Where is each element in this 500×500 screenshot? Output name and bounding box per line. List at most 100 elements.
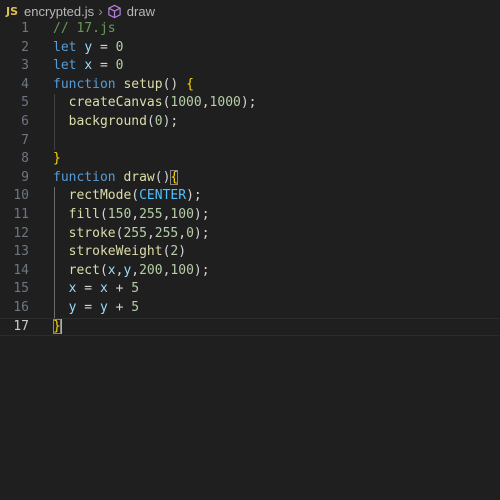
cube-icon xyxy=(108,4,121,18)
code-token: CENTER xyxy=(139,188,187,204)
code-token: rectMode xyxy=(68,188,132,204)
code-token: ); xyxy=(193,225,210,241)
line-number: 6 xyxy=(21,113,29,129)
code-token: fill xyxy=(68,206,100,222)
code-text: stroke(255,255,0); xyxy=(53,225,210,244)
code-token: 0 xyxy=(186,225,194,241)
code-editor[interactable]: 1 // 17.js 2 let y = 0 3 let x = 0 4 function s… xyxy=(0,20,500,337)
breadcrumb: JS encrypted.js › draw xyxy=(0,0,500,22)
line-number: 11 xyxy=(13,206,29,222)
code-text: } xyxy=(53,318,63,336)
code-token: 255 xyxy=(154,225,179,241)
code-line[interactable]: 1 // 17.js xyxy=(0,20,500,39)
line-number: 9 xyxy=(21,169,29,185)
code-token: , xyxy=(131,206,140,222)
code-line[interactable]: 14 rect(x,y,200,100); xyxy=(0,261,500,281)
code-token: strokeWeight xyxy=(68,244,163,260)
javascript-file-icon: JS xyxy=(6,4,19,18)
code-text: function draw(){ xyxy=(53,169,179,188)
code-line[interactable]: 17} xyxy=(0,317,500,337)
line-number: 16 xyxy=(13,299,29,315)
line-number: 14 xyxy=(13,262,29,278)
code-token: () xyxy=(162,76,187,92)
line-number: 1 xyxy=(21,21,29,36)
line-number: 13 xyxy=(13,244,29,260)
code-line[interactable]: 13 strokeWeight(2) xyxy=(0,243,500,262)
code-token: = xyxy=(76,281,100,297)
code-token: // 17.js xyxy=(53,21,116,36)
code-token: ( xyxy=(99,206,108,222)
code-token: 150 xyxy=(107,206,132,222)
code-line[interactable]: 12 stroke(255,255,0); xyxy=(0,224,500,244)
code-line[interactable]: 11 fill(150,255,100); xyxy=(0,205,500,225)
code-token: y xyxy=(99,299,108,315)
code-text: background(0); xyxy=(53,113,179,132)
indent-guide xyxy=(54,131,55,151)
code-text: rectMode(CENTER); xyxy=(53,187,202,206)
code-token: ); xyxy=(193,206,210,222)
code-token: 5 xyxy=(131,281,140,297)
line-number: 10 xyxy=(13,188,29,204)
code-token: y xyxy=(84,39,93,55)
code-line[interactable]: 4 function setup() { xyxy=(0,76,500,95)
code-token: function xyxy=(53,169,116,185)
code-token: , xyxy=(131,262,140,278)
code-token: () xyxy=(154,169,171,185)
code-line[interactable]: 7 xyxy=(0,131,500,151)
code-token: , xyxy=(146,225,155,241)
code-token: ); xyxy=(162,113,179,129)
code-token: background xyxy=(68,113,147,129)
code-line[interactable]: 5 createCanvas(1000,1000); xyxy=(0,94,500,113)
breadcrumb-file[interactable]: encrypted.js xyxy=(24,4,94,19)
code-line[interactable]: 15 x = x + 5 xyxy=(0,280,500,299)
breadcrumb-separator: › xyxy=(98,3,103,19)
code-line[interactable]: 10 rectMode(CENTER); xyxy=(0,187,500,206)
code-token: = xyxy=(92,58,116,74)
code-token: let xyxy=(53,39,77,55)
code-line[interactable]: 2 let y = 0 xyxy=(0,39,500,58)
code-line[interactable]: 8} xyxy=(0,150,500,169)
code-token: { xyxy=(186,76,194,92)
code-line[interactable]: 16 y = y + 5 xyxy=(0,298,500,318)
code-token: { xyxy=(170,169,179,185)
line-number: 8 xyxy=(21,151,29,167)
code-token: x xyxy=(107,262,116,278)
line-number: 3 xyxy=(21,58,29,74)
code-text: strokeWeight(2) xyxy=(53,243,186,262)
code-text: y = y + 5 xyxy=(53,299,139,318)
code-token: 100 xyxy=(170,262,194,278)
code-token: 255 xyxy=(139,206,163,222)
code-line[interactable]: 9 function draw(){ xyxy=(0,169,500,188)
code-token: ); xyxy=(193,262,210,278)
breadcrumb-symbol[interactable]: draw xyxy=(127,4,155,19)
code-line[interactable]: 6 background(0); xyxy=(0,112,500,132)
code-token: } xyxy=(53,318,61,334)
code-text: let y = 0 xyxy=(53,39,123,58)
code-token: function xyxy=(53,76,116,92)
code-text: // 17.js xyxy=(53,20,116,39)
code-token: 5 xyxy=(131,299,140,315)
line-number: 17 xyxy=(13,318,29,334)
code-token: , xyxy=(178,225,187,241)
code-token: ( xyxy=(131,188,140,204)
line-number: 7 xyxy=(21,132,29,148)
code-line[interactable]: 3 let x = 0 xyxy=(0,57,500,76)
code-token: x xyxy=(99,281,108,297)
code-text: rect(x,y,200,100); xyxy=(53,262,210,281)
line-number: 12 xyxy=(13,225,29,241)
code-token: = xyxy=(92,39,116,55)
code-token: let xyxy=(53,58,77,74)
code-token: setup xyxy=(123,76,163,92)
code-token: + xyxy=(107,281,132,297)
code-token: ); xyxy=(186,188,202,204)
text-cursor xyxy=(60,318,63,334)
code-token: x xyxy=(84,58,93,74)
code-token: 100 xyxy=(170,206,194,222)
